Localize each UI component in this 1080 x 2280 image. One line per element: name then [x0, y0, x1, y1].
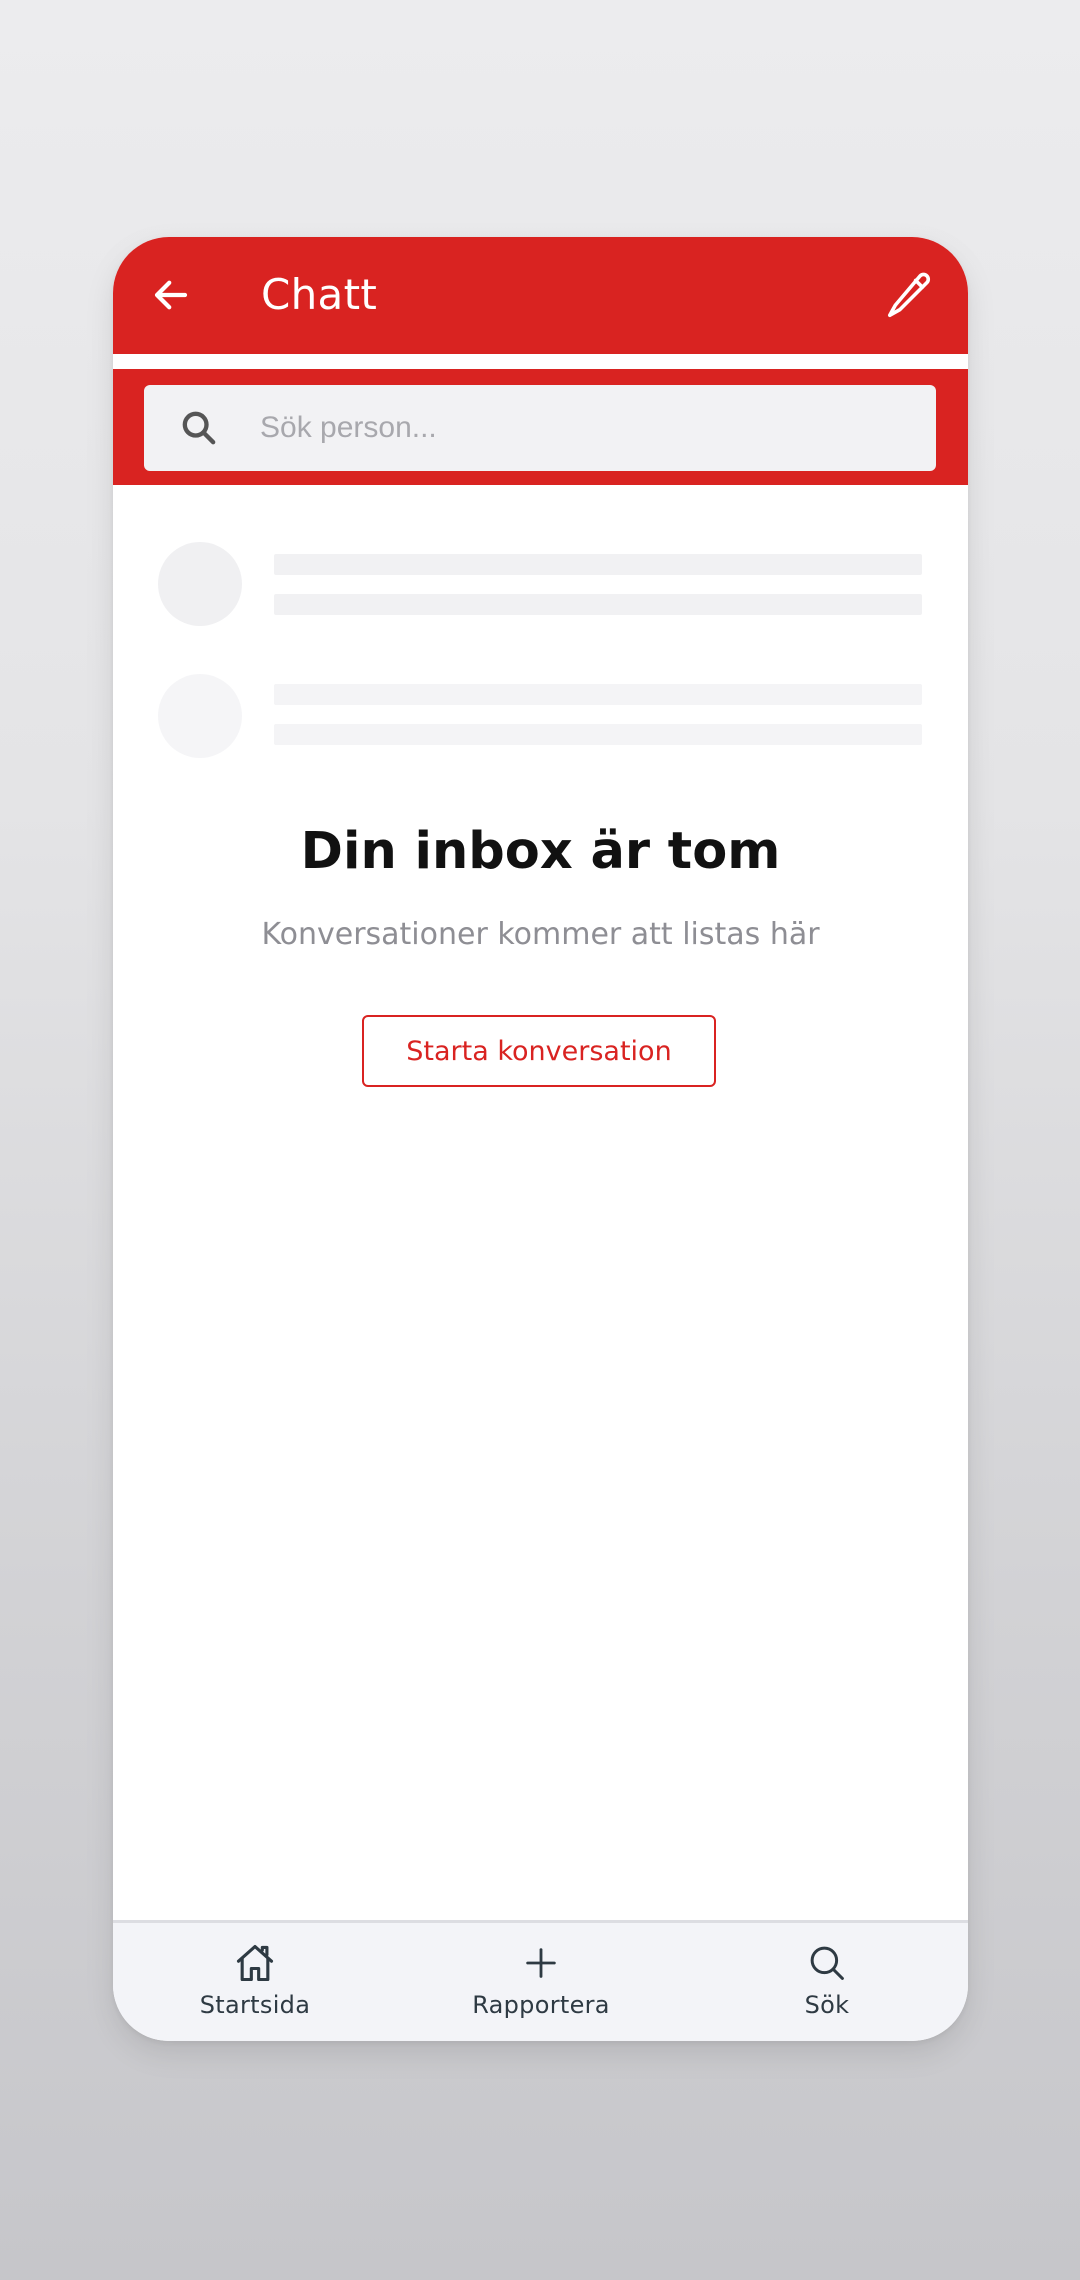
app-screen: Chatt Din inbox är tom K [113, 237, 968, 2041]
skeleton-avatar [158, 542, 242, 626]
nav-label: Rapportera [472, 1991, 610, 2019]
empty-state-subtitle: Konversationer kommer att listas här [261, 917, 820, 952]
back-button[interactable] [143, 267, 199, 323]
home-icon [231, 1939, 279, 1987]
skeleton-line [274, 554, 922, 575]
nav-label: Startsida [199, 1991, 311, 2019]
skeleton-line [274, 724, 922, 745]
page-title: Chatt [261, 270, 378, 319]
nav-label: Sök [804, 1991, 850, 2019]
header-divider [113, 354, 968, 369]
skeleton-avatar [158, 674, 242, 758]
empty-state-title: Din inbox är tom [300, 822, 781, 881]
app-header: Chatt [113, 237, 968, 354]
search-icon [803, 1939, 851, 1987]
plus-icon [517, 1939, 565, 1987]
arrow-left-icon [154, 280, 188, 310]
nav-item-search[interactable]: Sök [717, 1923, 937, 2041]
skeleton-line [274, 594, 922, 615]
nav-item-report[interactable]: Rapportera [431, 1923, 651, 2041]
search-bar-area [113, 369, 968, 485]
start-conversation-button[interactable]: Starta konversation [362, 1015, 716, 1087]
new-message-button[interactable] [878, 263, 942, 327]
search-icon [144, 385, 254, 471]
nav-item-home[interactable]: Startsida [145, 1923, 365, 2041]
search-box[interactable] [144, 385, 936, 471]
bottom-navigation: Startsida Rapportera Sök [113, 1920, 968, 2041]
skeleton-line [274, 684, 922, 705]
search-input[interactable] [260, 398, 900, 458]
pencil-icon [887, 272, 931, 318]
skeleton-list-item [158, 674, 924, 760]
skeleton-list-item [158, 542, 924, 628]
